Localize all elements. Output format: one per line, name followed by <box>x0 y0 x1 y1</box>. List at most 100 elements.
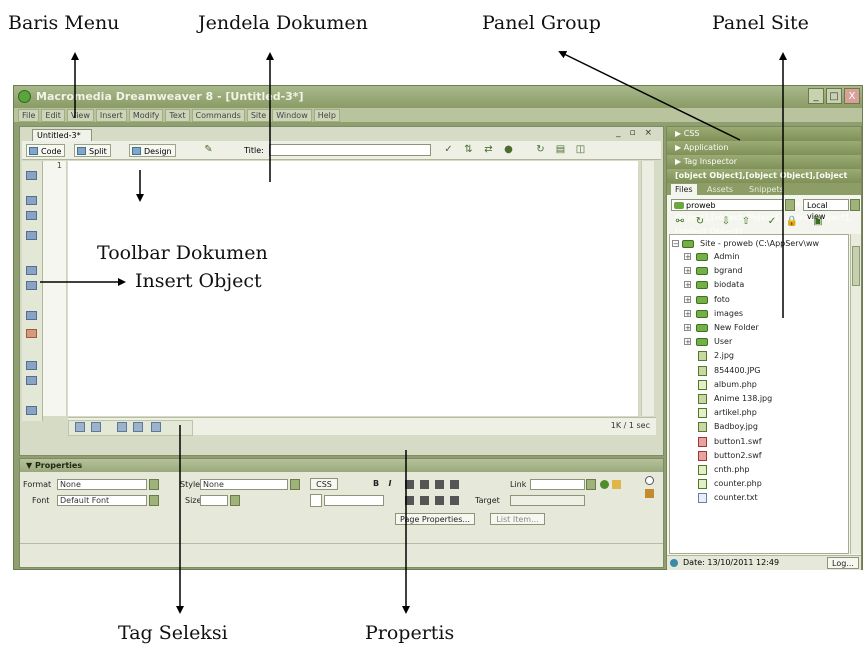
outdent-icon[interactable] <box>435 496 444 505</box>
ordered-list-icon[interactable] <box>420 496 429 505</box>
tag-icon-4[interactable] <box>133 422 143 432</box>
site-select[interactable]: proweb <box>671 199 783 211</box>
scroll-thumb[interactable] <box>852 246 860 286</box>
expand-icon[interactable]: ▣ <box>811 215 825 229</box>
font-select[interactable]: Default Font <box>57 495 147 506</box>
check-out-icon[interactable]: ✓ <box>765 215 779 229</box>
tab-assets[interactable]: Assets <box>703 184 737 195</box>
tag-icon-3[interactable] <box>117 422 127 432</box>
document-window-controls[interactable]: _ ▫ × <box>616 128 655 138</box>
expand-folder-icon[interactable]: + <box>684 281 691 289</box>
file-tree-scrollbar[interactable] <box>850 234 861 554</box>
list-item-button[interactable]: List Item... <box>490 513 545 525</box>
css-button[interactable]: CSS <box>310 478 338 490</box>
help-icon[interactable] <box>645 476 654 485</box>
insert-icon-8[interactable] <box>26 329 37 338</box>
menu-commands[interactable]: Commands <box>191 109 245 122</box>
visual-aids-icon[interactable]: ◫ <box>574 144 587 156</box>
get-files-icon[interactable]: ⇩ <box>719 215 733 229</box>
align-right-icon[interactable] <box>435 480 444 489</box>
menu-view[interactable]: View <box>66 109 94 122</box>
menu-help[interactable]: Help <box>313 109 340 122</box>
align-left-icon[interactable] <box>405 480 414 489</box>
design-view-button[interactable]: Design <box>129 144 176 157</box>
insert-icon-2[interactable] <box>26 196 37 205</box>
insert-icon-3[interactable] <box>26 211 37 220</box>
menu-insert[interactable]: Insert <box>95 109 127 122</box>
live-data-icon[interactable]: ✎ <box>202 144 215 156</box>
style-select[interactable]: None <box>200 479 288 490</box>
size-dropdown-icon[interactable] <box>230 495 240 506</box>
preview-browser-icon[interactable]: ⇄ <box>482 144 495 156</box>
tab-snippets[interactable]: Snippets <box>745 184 788 195</box>
insert-icon-7[interactable] <box>26 311 37 320</box>
put-files-icon[interactable]: ⇧ <box>739 215 753 229</box>
insert-icon-10[interactable] <box>26 376 37 385</box>
refresh-icon[interactable]: ↻ <box>534 144 547 156</box>
insert-icon-9[interactable] <box>26 361 37 370</box>
format-select[interactable]: None <box>57 479 147 490</box>
style-dropdown-icon[interactable] <box>290 479 300 490</box>
menu-text[interactable]: Text <box>165 109 190 122</box>
file-management-icon[interactable]: ⇅ <box>462 144 475 156</box>
target-select[interactable] <box>510 495 585 506</box>
refresh-files-icon[interactable]: ↻ <box>693 215 707 229</box>
globe-icon[interactable]: ● <box>502 144 515 156</box>
point-to-file-icon[interactable] <box>600 480 609 489</box>
unordered-list-icon[interactable] <box>405 496 414 505</box>
tag-icon-5[interactable] <box>151 422 161 432</box>
font-dropdown-icon[interactable] <box>149 495 159 506</box>
expand-folder-icon[interactable]: + <box>684 295 691 303</box>
insert-icon-11[interactable] <box>26 406 37 415</box>
tag-icon-2[interactable] <box>91 422 101 432</box>
bold-button[interactable]: B <box>370 478 382 490</box>
menu-modify[interactable]: Modify <box>128 109 164 122</box>
log-button[interactable]: Log... <box>827 557 859 569</box>
document-tab[interactable]: Untitled-3* <box>32 129 92 141</box>
code-view-button[interactable]: Code <box>26 144 66 157</box>
menu-site[interactable]: Site <box>246 109 271 122</box>
vertical-scrollbar[interactable] <box>641 161 654 416</box>
tab-files[interactable]: Files <box>671 184 697 195</box>
menu-edit[interactable]: Edit <box>41 109 65 122</box>
no-browser-check-icon[interactable]: ✓ <box>442 144 455 156</box>
size-select[interactable] <box>200 495 228 506</box>
expand-folder-icon[interactable]: + <box>684 338 691 346</box>
connect-icon[interactable]: ⚯ <box>673 215 687 229</box>
insert-icon-6[interactable] <box>26 281 37 290</box>
browse-folder-icon[interactable] <box>612 480 621 489</box>
properties-header[interactable]: ▼ Properties <box>20 459 663 472</box>
site-dropdown-icon[interactable] <box>785 199 795 211</box>
expand-folder-icon[interactable]: + <box>684 324 691 332</box>
menu-window[interactable]: Window <box>272 109 312 122</box>
application-panel-header[interactable]: ▶ Application <box>667 141 861 155</box>
expand-folder-icon[interactable]: + <box>684 253 691 261</box>
insert-icon-4[interactable] <box>26 231 37 240</box>
page-properties-button[interactable]: Page Properties... <box>395 513 475 525</box>
insert-icon-1[interactable] <box>26 171 37 180</box>
expand-folder-icon[interactable]: + <box>684 267 691 275</box>
split-view-button[interactable]: Split <box>74 144 111 157</box>
check-in-icon[interactable]: 🔒 <box>785 215 799 229</box>
maximize-button[interactable]: □ <box>826 88 842 104</box>
close-button[interactable]: X <box>844 88 860 104</box>
link-input[interactable] <box>530 479 585 490</box>
format-dropdown-icon[interactable] <box>149 479 159 490</box>
files-panel-header[interactable]: [object Object],[object Object],[object … <box>667 169 861 236</box>
text-color-input[interactable] <box>324 495 384 506</box>
minimize-button[interactable]: _ <box>808 88 824 104</box>
italic-button[interactable]: I <box>384 478 396 490</box>
justify-icon[interactable] <box>450 480 459 489</box>
quick-tag-editor-icon[interactable] <box>645 489 654 498</box>
text-color-swatch[interactable] <box>310 494 322 507</box>
view-select[interactable]: Local view <box>803 199 849 221</box>
align-center-icon[interactable] <box>420 480 429 489</box>
view-dropdown-icon[interactable] <box>850 199 860 211</box>
insert-icon-5[interactable] <box>26 266 37 275</box>
indent-icon[interactable] <box>450 496 459 505</box>
css-panel-header[interactable]: ▶ CSS <box>667 127 861 141</box>
expand-folder-icon[interactable]: + <box>684 309 691 317</box>
title-input[interactable] <box>269 144 431 156</box>
tag-icon-1[interactable] <box>75 422 85 432</box>
link-dropdown-icon[interactable] <box>586 479 596 490</box>
